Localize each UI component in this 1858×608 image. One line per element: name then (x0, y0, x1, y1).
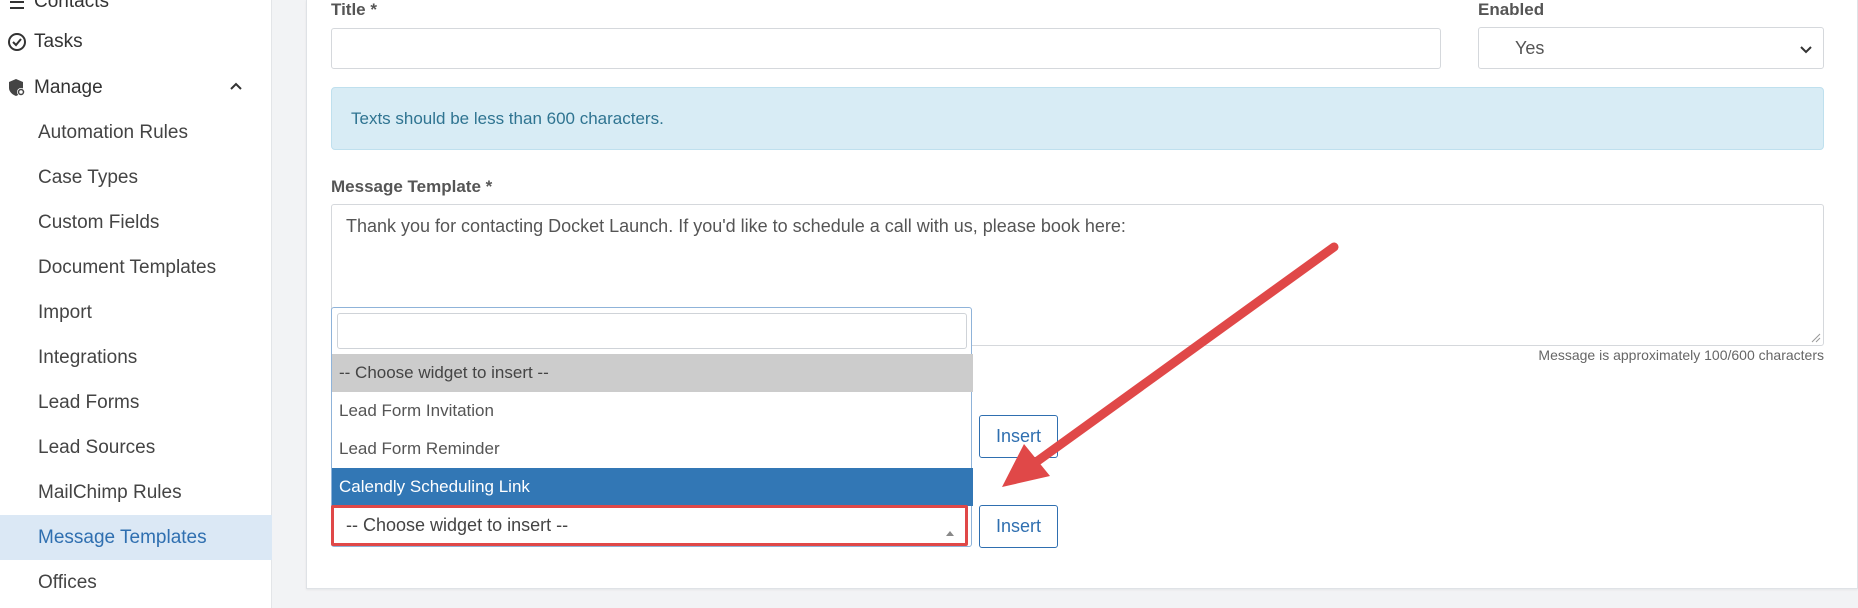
chevron-up-icon[interactable] (228, 78, 244, 100)
widget-option[interactable]: -- Choose widget to insert -- (332, 354, 973, 392)
insert-button-2[interactable]: Insert (979, 505, 1058, 548)
sidebar-item-lead-sources[interactable]: Lead Sources (0, 425, 272, 470)
message-template-text: Thank you for contacting Docket Launch. … (346, 216, 1126, 236)
widget-option-label: Lead Form Invitation (339, 401, 494, 420)
character-counter: Message is approximately 100/600 charact… (1538, 347, 1824, 363)
alert-text: Texts should be less than 600 characters… (351, 108, 664, 128)
enabled-label: Enabled (1478, 0, 1545, 19)
widget-option-label: -- Choose widget to insert -- (339, 363, 549, 382)
caret-up-icon (945, 521, 955, 542)
sidebar-item-offices[interactable]: Offices (0, 560, 272, 605)
character-limit-alert: Texts should be less than 600 characters… (331, 87, 1824, 150)
resize-handle-icon (1811, 333, 1821, 343)
sidebar: Contacts Tasks Manage Automation Rules C… (0, 0, 272, 608)
sidebar-item-label: Message Templates (38, 526, 207, 548)
enabled-select[interactable]: Yes (1478, 27, 1824, 69)
sidebar-item-label: Tasks (34, 31, 83, 52)
chevron-down-icon (1799, 40, 1813, 61)
sidebar-item-label: Offices (38, 571, 97, 593)
message-template-label: Message Template * (331, 177, 493, 196)
sidebar-item-label: Lead Forms (38, 391, 140, 413)
sidebar-item-label: MailChimp Rules (38, 481, 182, 503)
sidebar-item-document-templates[interactable]: Document Templates (0, 245, 272, 290)
sidebar-item-contacts[interactable]: Contacts (0, 0, 272, 22)
sidebar-item-label: Import (38, 301, 92, 323)
widget-select[interactable]: -- Choose widget to insert -- (331, 505, 968, 546)
sidebar-item-label: Case Types (38, 166, 138, 188)
sidebar-item-label: Lead Sources (38, 436, 156, 458)
widget-search-input[interactable] (337, 313, 967, 349)
sidebar-item-label: Custom Fields (38, 211, 160, 233)
sidebar-item-label: Contacts (34, 0, 109, 12)
sidebar-item-manage[interactable]: Manage (0, 68, 272, 108)
widget-select-value: -- Choose widget to insert -- (346, 515, 569, 535)
sidebar-item-message-templates[interactable]: Message Templates (0, 515, 272, 560)
sidebar-item-custom-fields[interactable]: Custom Fields (0, 200, 272, 245)
sidebar-item-label: Manage (34, 77, 103, 98)
title-input[interactable] (331, 28, 1441, 69)
sidebar-item-lead-forms[interactable]: Lead Forms (0, 380, 272, 425)
insert-button-1[interactable]: Insert (979, 415, 1058, 458)
title-label: Title * (331, 0, 377, 19)
widget-option-label: Calendly Scheduling Link (339, 477, 530, 496)
sidebar-item-integrations[interactable]: Integrations (0, 335, 272, 380)
enabled-select-value: Yes (1515, 37, 1545, 58)
sidebar-item-mailchimp-rules[interactable]: MailChimp Rules (0, 470, 272, 515)
sidebar-item-automation-rules[interactable]: Automation Rules (0, 110, 272, 155)
sidebar-item-case-types[interactable]: Case Types (0, 155, 272, 200)
sidebar-item-label: Document Templates (38, 256, 217, 278)
check-circle-icon (0, 32, 34, 52)
widget-option[interactable]: Lead Form Invitation (332, 392, 973, 430)
contacts-icon (0, 0, 34, 11)
widget-option-label: Lead Form Reminder (339, 439, 500, 458)
widget-option-calendly[interactable]: Calendly Scheduling Link (332, 468, 973, 506)
sidebar-item-label: Integrations (38, 346, 138, 368)
shield-gear-icon (0, 78, 34, 98)
widget-option[interactable]: Lead Form Reminder (332, 430, 973, 468)
sidebar-item-tasks[interactable]: Tasks (0, 22, 272, 62)
sidebar-item-label: Automation Rules (38, 121, 188, 143)
sidebar-item-import[interactable]: Import (0, 290, 272, 335)
